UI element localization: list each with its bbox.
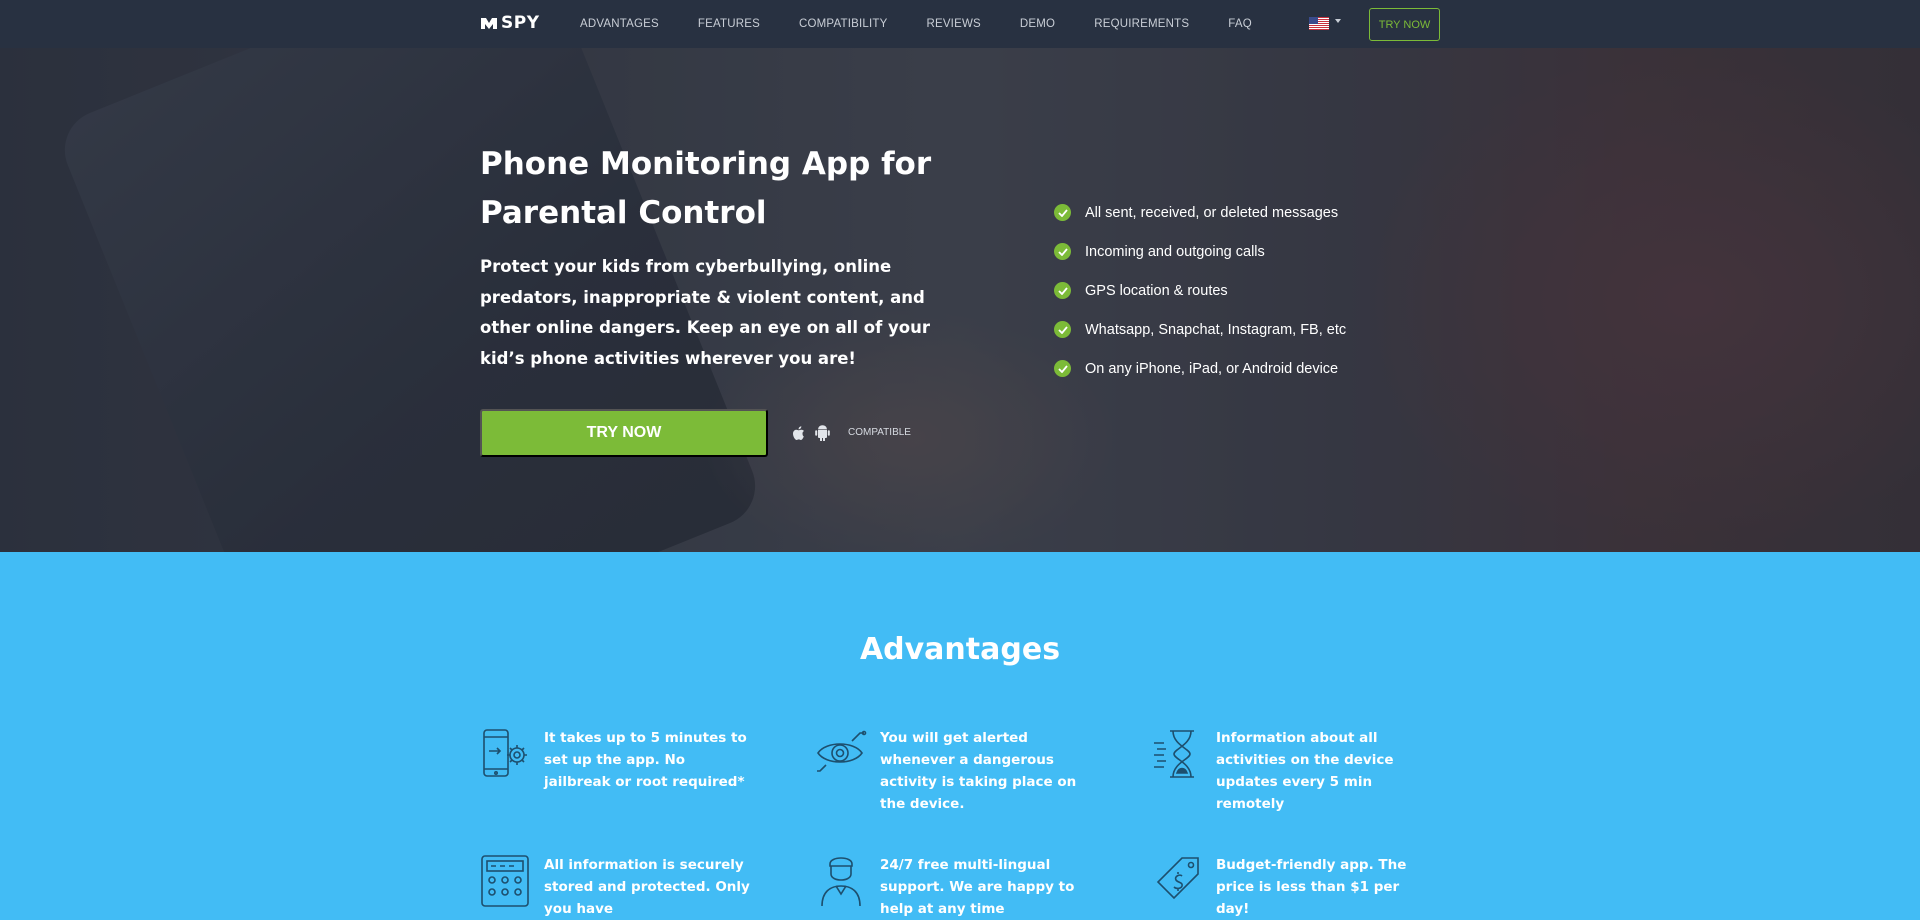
secure-storage-icon [481,855,529,907]
phone-setup-icon [483,729,527,777]
nav-requirements[interactable]: REQUIREMENTS [1094,18,1189,30]
nav-faq[interactable]: FAQ [1228,18,1252,30]
advantage-text: Information about all activities on the … [1216,730,1394,812]
check-icon [1054,243,1071,260]
advantage-item: Budget-friendly app. The price is less t… [1152,854,1422,920]
header-try-now-button[interactable]: TRY NOW [1369,8,1440,41]
check-icon [1054,204,1071,221]
android-icon [815,425,830,441]
feature-item: On any iPhone, iPad, or Android device [1054,349,1346,388]
eye-alert-icon [817,730,867,772]
advantage-text: All information is securely stored and p… [544,857,750,917]
nav-features[interactable]: FEATURES [698,18,760,30]
top-navbar: SPY ADVANTAGES FEATURES COMPATIBILITY RE… [0,0,1920,48]
hero-section: Phone Monitoring App for Parental Contro… [0,48,1920,552]
support-agent-icon [821,857,861,907]
feature-text: GPS location & routes [1085,282,1228,299]
language-selector[interactable] [1309,17,1329,30]
feature-item: Whatsapp, Snapchat, Instagram, FB, etc [1054,310,1346,349]
feature-list: All sent, received, or deleted messages … [1054,193,1346,388]
check-icon [1054,321,1071,338]
advantage-item: Information about all activities on the … [1152,727,1422,815]
feature-item: Incoming and outgoing calls [1054,232,1346,271]
price-tag-icon [1156,857,1199,900]
nav-reviews[interactable]: REVIEWS [926,18,980,30]
apple-icon [793,425,804,440]
mspy-logo[interactable]: SPY [480,13,540,33]
advantage-item: It takes up to 5 minutes to set up the a… [480,727,750,793]
advantage-text: It takes up to 5 minutes to set up the a… [544,730,747,790]
nav-advantages[interactable]: ADVANTAGES [580,18,659,30]
feature-text: On any iPhone, iPad, or Android device [1085,360,1339,377]
compatible-label: COMPATIBLE [848,427,911,438]
advantage-text: You will get alerted whenever a dangerou… [880,730,1077,812]
us-flag-icon [1309,17,1329,30]
logo-text: SPY [501,13,540,33]
m-logo-icon [481,18,497,29]
hero-subtitle: Protect your kids from cyberbullying, on… [480,257,930,368]
advantage-item: You will get alerted whenever a dangerou… [816,727,1086,815]
check-icon [1054,282,1071,299]
advantage-item: All information is securely stored and p… [480,854,750,920]
hero-title: Phone Monitoring App for Parental Contro… [480,146,932,231]
main-nav: ADVANTAGES FEATURES COMPATIBILITY REVIEW… [580,0,1291,48]
compatibility-indicator: COMPATIBLE [792,424,911,441]
nav-compatibility[interactable]: COMPATIBILITY [799,18,887,30]
feature-text: Whatsapp, Snapchat, Instagram, FB, etc [1085,321,1347,338]
chevron-down-icon[interactable] [1335,19,1341,23]
advantage-text: Budget-friendly app. The price is less t… [1216,857,1407,917]
feature-text: Incoming and outgoing calls [1085,243,1265,260]
advantages-title: Advantages [859,632,1061,667]
feature-item: GPS location & routes [1054,271,1346,310]
nav-demo[interactable]: DEMO [1020,18,1055,30]
advantage-item: 24/7 free multi-lingual support. We are … [816,854,1086,920]
hero-try-now-button[interactable]: TRY NOW [480,409,768,457]
hourglass-icon [1154,730,1194,778]
feature-text: All sent, received, or deleted messages [1085,204,1339,221]
feature-item: All sent, received, or deleted messages [1054,193,1346,232]
advantage-text: 24/7 free multi-lingual support. We are … [880,857,1075,917]
check-icon [1054,360,1071,377]
